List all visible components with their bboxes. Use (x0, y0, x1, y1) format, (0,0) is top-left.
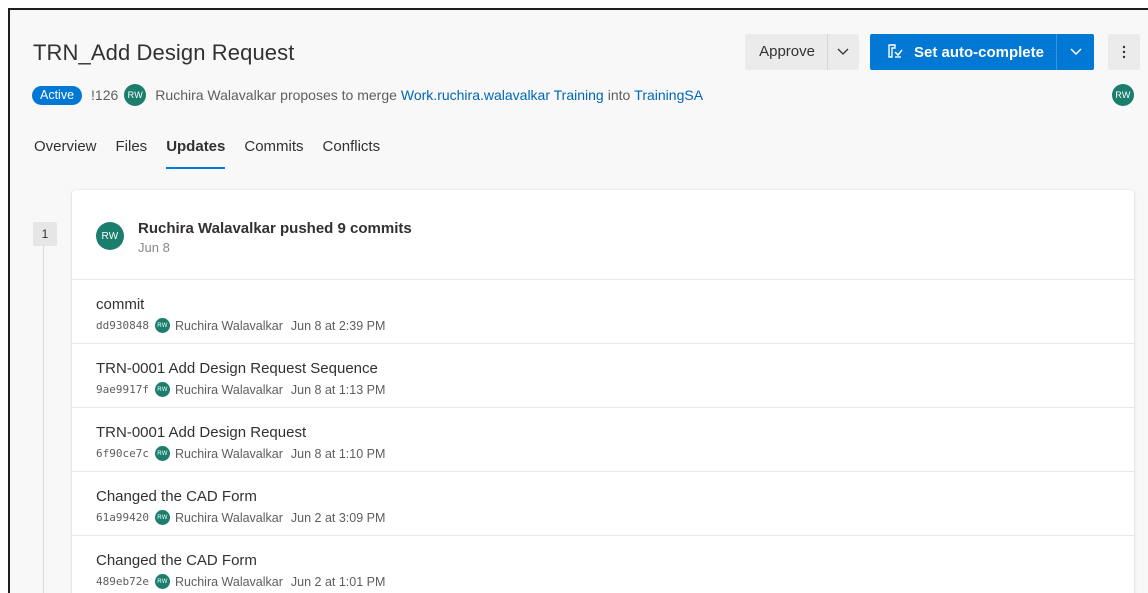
auto-complete-icon (888, 44, 903, 58)
commit-message: TRN-0001 Add Design Request Sequence (96, 360, 378, 377)
avatar[interactable]: RW (124, 84, 147, 106)
avatar: RW (154, 318, 170, 333)
reviewer-avatar[interactable]: RW (1112, 84, 1134, 106)
list-item[interactable]: commit dd930848 RW Ruchira Walavalkar Ju… (72, 280, 1134, 344)
tab-overview[interactable]: Overview (34, 138, 97, 169)
proposes-text: proposes to merge (280, 87, 397, 103)
tab-commits[interactable]: Commits (244, 138, 303, 169)
list-item[interactable]: TRN-0001 Add Design Request 6f90ce7c RW … (72, 408, 1134, 472)
auto-complete-options-button[interactable] (1056, 34, 1094, 70)
avatar: RW (154, 574, 170, 589)
commit-message: TRN-0001 Add Design Request (96, 424, 307, 441)
pr-header: TRN_Add Design Request Approve Set auto-… (10, 10, 1148, 190)
page-title: TRN_Add Design Request (33, 40, 295, 65)
commit-message: commit (96, 296, 145, 313)
target-branch-link[interactable]: TrainingSA (634, 87, 703, 103)
commit-time: Jun 2 at 3:09 PM (290, 510, 386, 525)
commit-hash[interactable]: 9ae9917f (96, 383, 149, 396)
update-step-marker: 1 (33, 222, 57, 246)
commit-hash[interactable]: 61a99420 (96, 511, 149, 524)
pull-request-page: TRN_Add Design Request Approve Set auto-… (8, 8, 1148, 593)
commit-time: Jun 8 at 1:10 PM (290, 446, 386, 461)
commit-author: Ruchira Walavalkar (174, 510, 283, 525)
list-item[interactable]: TRN-0001 Add Design Request Sequence 9ae… (72, 344, 1134, 408)
commit-author: Ruchira Walavalkar (174, 318, 283, 333)
approve-button[interactable]: Approve (745, 34, 827, 70)
tab-updates[interactable]: Updates (166, 138, 226, 169)
commit-hash[interactable]: 6f90ce7c (96, 447, 149, 460)
avatar: RW (154, 446, 170, 461)
pr-meta: Active !126 RW Ruchira Walavalkar propose… (32, 84, 707, 106)
pr-id: !126 (91, 87, 119, 103)
avatar: RW (154, 510, 170, 525)
more-vertical-icon (1122, 45, 1126, 59)
into-text: into (607, 87, 631, 103)
pr-tabs: Overview Files Updates Commits Conflicts (34, 138, 399, 169)
commit-time: Jun 8 at 2:39 PM (290, 318, 386, 333)
auto-complete-group: Set auto-complete (869, 34, 1094, 70)
commit-hash[interactable]: 489eb72e (96, 575, 149, 588)
commit-message: Changed the CAD Form (96, 488, 257, 505)
commit-time: Jun 8 at 1:13 PM (290, 382, 386, 397)
set-auto-complete-label: Set auto-complete (913, 43, 1044, 61)
chevron-down-icon (838, 48, 849, 55)
commit-meta: dd930848 RW Ruchira Walavalkar Jun 8 at … (96, 318, 1134, 333)
chevron-down-icon (1069, 48, 1082, 56)
update-card: RW Ruchira Walavalkar pushed 9 commits J… (72, 190, 1134, 593)
commit-author: Ruchira Walavalkar (174, 382, 283, 397)
push-date: Jun 8 (138, 240, 170, 255)
commit-meta: 9ae9917f RW Ruchira Walavalkar Jun 8 at … (96, 382, 1134, 397)
push-summary-title: Ruchira Walavalkar pushed 9 commits (138, 220, 412, 237)
pr-description: Ruchira Walavalkar proposes to merge Work.… (155, 87, 707, 103)
commit-author: Ruchira Walavalkar (174, 446, 283, 461)
avatar[interactable]: RW (96, 222, 124, 250)
commit-time: Jun 2 at 1:01 PM (290, 574, 386, 589)
tab-conflicts[interactable]: Conflicts (323, 138, 381, 169)
set-auto-complete-button[interactable]: Set auto-complete (870, 34, 1056, 70)
pr-actions: Approve Set auto-complete (745, 34, 1140, 70)
commit-meta: 61a99420 RW Ruchira Walavalkar Jun 2 at … (96, 510, 1134, 525)
commit-message: Changed the CAD Form (96, 552, 257, 569)
commit-hash[interactable]: dd930848 (96, 319, 149, 332)
approve-group: Approve (745, 34, 859, 70)
tab-files[interactable]: Files (116, 138, 148, 169)
author-name: Ruchira Walavalkar (155, 87, 277, 103)
status-badge: Active (32, 85, 83, 105)
list-item[interactable]: Changed the CAD Form 489eb72e RW Ruchira… (72, 536, 1134, 593)
approve-options-button[interactable] (826, 34, 859, 70)
timeline-line (43, 246, 44, 593)
list-item[interactable]: Changed the CAD Form 61a99420 RW Ruchira… (72, 472, 1134, 536)
commit-author: Ruchira Walavalkar (174, 574, 283, 589)
more-actions-button[interactable] (1108, 34, 1140, 70)
push-summary: RW Ruchira Walavalkar pushed 9 commits J… (72, 190, 1134, 280)
avatar: RW (154, 382, 170, 397)
commit-meta: 6f90ce7c RW Ruchira Walavalkar Jun 8 at … (96, 446, 1134, 461)
source-branch-link[interactable]: Work.ruchira.walavalkar Training (401, 87, 604, 103)
commit-meta: 489eb72e RW Ruchira Walavalkar Jun 2 at … (96, 574, 1134, 589)
